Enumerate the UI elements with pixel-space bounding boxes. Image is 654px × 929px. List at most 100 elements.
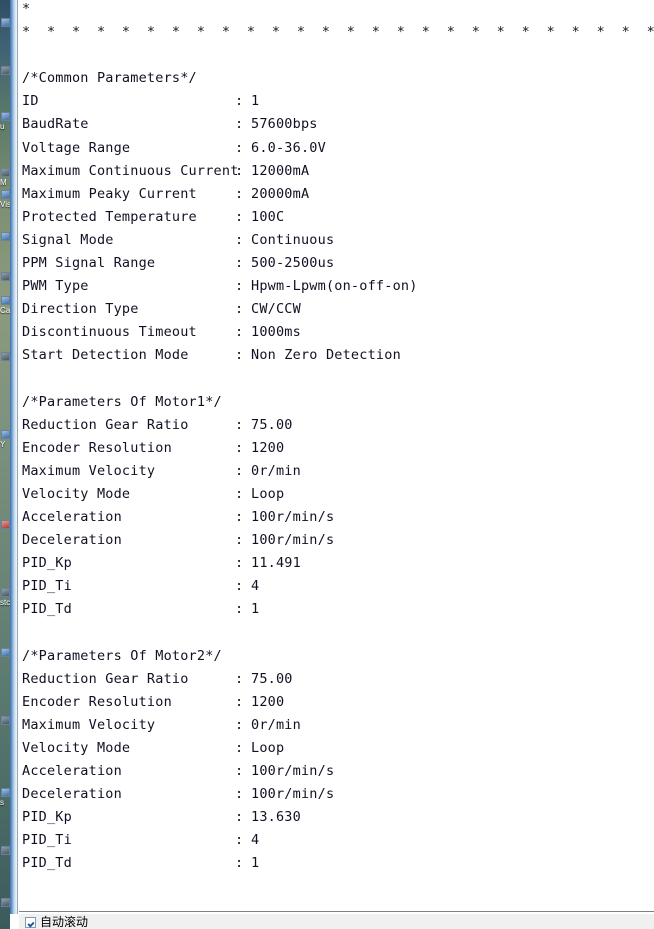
desktop-background: u M Vis Ca Ystc s <box>0 0 10 929</box>
parameter-key: Acceleration <box>22 763 122 780</box>
parameter-separator: : <box>235 532 244 549</box>
autoscroll-checkbox[interactable]: 自动滚动 <box>25 916 88 928</box>
parameter-row: Voltage Range:6.0-36.0V <box>22 137 654 160</box>
parameter-key: PID_Ti <box>22 832 72 849</box>
parameter-separator: : <box>235 278 244 295</box>
desktop-icon-label: Y <box>0 440 6 449</box>
parameter-value: 100r/min/s <box>251 532 335 549</box>
parameter-row: PPM Signal Range:500-2500us <box>22 252 654 275</box>
parameter-row: Protected Temperature:100C <box>22 206 654 229</box>
parameter-value: 100r/min/s <box>251 763 335 780</box>
parameter-key: Maximum Velocity <box>22 462 156 479</box>
parameter-key: Discontinuous Timeout <box>22 324 197 341</box>
bottom-toolbar: 自动滚动 <box>19 913 654 929</box>
parameter-separator: : <box>235 301 244 318</box>
parameter-value: Hpwm-Lpwm(on-off-on) <box>251 278 418 295</box>
parameter-value: CW/CCW <box>251 301 301 318</box>
parameter-separator: : <box>235 509 244 526</box>
parameter-value: 1200 <box>251 439 285 456</box>
checkbox-icon[interactable] <box>25 916 36 928</box>
parameter-key: Direction Type <box>22 301 139 318</box>
parameter-value: Non Zero Detection <box>251 347 401 364</box>
parameter-separator: : <box>235 485 244 502</box>
parameter-row: Reduction Gear Ratio:75.00 <box>22 414 654 437</box>
desktop-icon[interactable] <box>1 588 10 597</box>
parameter-separator: : <box>235 162 244 179</box>
parameter-key: Start Detection Mode <box>22 347 189 364</box>
desktop-icon[interactable] <box>1 648 10 657</box>
parameter-value: 100r/min/s <box>251 509 335 526</box>
desktop-icon[interactable] <box>1 112 10 121</box>
parameter-separator: : <box>235 740 244 756</box>
desktop-icon[interactable] <box>1 18 10 27</box>
autoscroll-label: 自动滚动 <box>40 915 89 929</box>
parameter-key: Deceleration <box>22 532 122 549</box>
parameter-separator: : <box>235 693 244 710</box>
desktop-icon[interactable] <box>1 898 10 907</box>
parameter-separator: : <box>235 255 244 272</box>
parameter-value: Loop <box>251 485 285 502</box>
desktop-icon-label: stc <box>0 598 10 607</box>
parameter-row: Acceleration:100r/min/s <box>22 760 654 783</box>
parameter-value: 4 <box>251 578 260 595</box>
parameter-key: Maximum Peaky Current <box>22 185 197 202</box>
desktop-icon[interactable] <box>1 296 10 305</box>
parameter-row: Encoder Resolution:1200 <box>22 437 654 460</box>
parameter-value: 1200 <box>251 693 285 710</box>
serial-output-pane[interactable]: * * * * * * * * * * * * * * * * * * * * *… <box>19 0 654 912</box>
desktop-icon[interactable] <box>1 66 10 75</box>
desktop-icon[interactable] <box>1 190 10 199</box>
parameter-value: 6.0-36.0V <box>251 139 326 156</box>
parameter-row: Direction Type: CW/CCW <box>22 298 654 321</box>
parameter-value: 11.491 <box>251 555 301 572</box>
log-line: /*Parameters Of Motor1*/ <box>22 393 222 410</box>
parameter-row: Reduction Gear Ratio:75.00 <box>22 668 654 691</box>
parameter-separator: : <box>235 462 244 479</box>
parameter-key: Maximum Continuous Current <box>22 162 239 179</box>
parameter-separator: : <box>235 578 244 595</box>
parameter-row: Start Detection Mode: Non Zero Detection <box>22 344 654 367</box>
parameter-row: Velocity Mode: Loop <box>22 483 654 506</box>
parameter-value: 0r/min <box>251 716 301 733</box>
parameter-row: PID_Ti:4 <box>22 829 654 852</box>
parameter-value: 100r/min/s <box>251 786 335 803</box>
parameter-row: Acceleration:100r/min/s <box>22 506 654 529</box>
parameter-separator: : <box>235 670 244 687</box>
desktop-icon[interactable] <box>1 272 10 281</box>
desktop-icon[interactable] <box>1 716 10 725</box>
parameter-value: 1 <box>251 855 260 872</box>
window-left-edge-scrollbar[interactable] <box>10 0 18 914</box>
parameter-row: PID_Kp:13.630 <box>22 806 654 829</box>
parameter-value: 4 <box>251 832 260 849</box>
log-line: * * * * * * * * * * * * * * * * * * * * … <box>22 24 654 41</box>
parameter-key: PID_Kp <box>22 809 72 826</box>
desktop-icon[interactable] <box>1 352 10 361</box>
desktop-icon[interactable] <box>1 430 10 439</box>
parameter-separator: : <box>235 832 244 849</box>
parameter-key: Protected Temperature <box>22 208 197 225</box>
parameter-separator: : <box>235 786 244 803</box>
desktop-icon[interactable] <box>1 232 10 241</box>
parameter-separator: : <box>235 185 244 202</box>
parameter-key: PID_Ti <box>22 578 72 595</box>
parameter-key: PID_Td <box>22 855 72 872</box>
desktop-icon[interactable] <box>1 520 10 529</box>
parameter-row: Maximum Velocity:0r/min <box>22 714 654 737</box>
log-line: /*Parameters Of Motor2*/ <box>22 647 222 664</box>
parameter-row: Discontinuous Timeout:1000ms <box>22 321 654 344</box>
parameter-separator: : <box>235 208 244 225</box>
desktop-icon[interactable] <box>1 168 10 177</box>
parameter-key: Reduction Gear Ratio <box>22 670 189 687</box>
desktop-icon-label: M <box>0 178 7 187</box>
parameter-row: Signal Mode: Continuous <box>22 229 654 252</box>
parameter-key: PWM Type <box>22 278 89 295</box>
desktop-icon[interactable] <box>1 846 10 855</box>
desktop-icon[interactable] <box>1 788 10 797</box>
parameter-value: 100C <box>251 208 285 225</box>
parameter-value: 20000mA <box>251 185 310 202</box>
parameter-key: Voltage Range <box>22 139 131 156</box>
parameter-row: Velocity Mode: Loop <box>22 737 654 760</box>
parameter-key: Acceleration <box>22 509 122 526</box>
parameter-value: 1 <box>251 93 260 110</box>
